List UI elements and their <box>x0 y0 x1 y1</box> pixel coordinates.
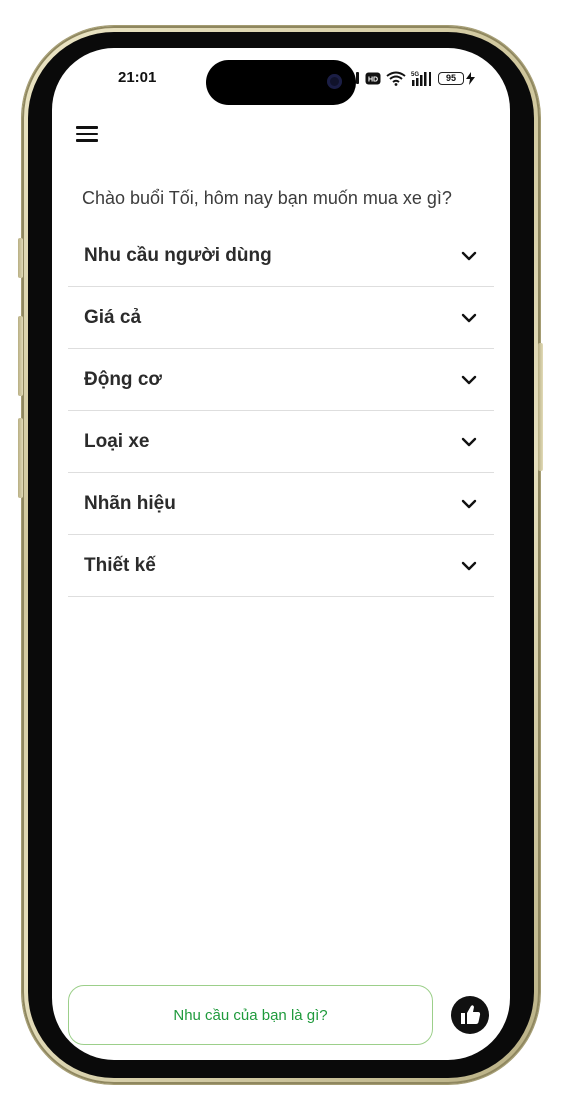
hd-icon: HD <box>365 72 381 84</box>
menu-line <box>76 139 98 142</box>
privacy-indicator-icon <box>356 72 359 84</box>
app-screen: 21:01 HD 5G 95 Chào buổi Tối, hôm nay bạ… <box>52 48 510 1060</box>
power-button <box>538 343 543 471</box>
volume-up-button <box>18 316 23 396</box>
filter-item-user-needs[interactable]: Nhu cầu người dùng <box>68 225 494 287</box>
filter-label: Loại xe <box>84 430 150 452</box>
filter-item-engine[interactable]: Động cơ <box>68 349 494 411</box>
action-button <box>18 238 23 278</box>
menu-line <box>76 132 98 136</box>
filter-item-brand[interactable]: Nhãn hiệu <box>68 473 494 535</box>
hd-label: HD <box>368 76 378 83</box>
chevron-down-icon[interactable] <box>460 557 478 575</box>
menu-icon[interactable] <box>76 123 102 145</box>
filter-item-price[interactable]: Giá cả <box>68 287 494 349</box>
battery-icon: 95 <box>438 71 475 85</box>
filter-item-vehicle-type[interactable]: Loại xe <box>68 411 494 473</box>
charging-icon <box>466 71 475 85</box>
volume-down-button <box>18 418 23 498</box>
filter-label: Nhu cầu người dùng <box>84 244 272 266</box>
network-label: 5G <box>411 72 419 78</box>
filter-item-design[interactable]: Thiết kế <box>68 535 494 597</box>
chevron-down-icon[interactable] <box>460 495 478 513</box>
chevron-down-icon[interactable] <box>460 371 478 389</box>
filter-label: Giá cả <box>84 306 142 328</box>
chevron-down-icon[interactable] <box>460 309 478 327</box>
filter-accordion: Nhu cầu người dùng Giá cả Động cơ Loại x… <box>68 225 494 597</box>
signal-icon: 5G <box>411 72 431 86</box>
battery-level: 95 <box>438 71 464 85</box>
status-icons: HD 5G 95 <box>356 69 475 87</box>
status-time: 21:01 <box>118 69 157 86</box>
greeting-text: Chào buổi Tối, hôm nay bạn muốn mua xe g… <box>82 188 452 208</box>
chevron-down-icon[interactable] <box>460 433 478 451</box>
chevron-down-icon[interactable] <box>460 247 478 265</box>
filter-label: Động cơ <box>84 368 162 390</box>
menu-line <box>76 126 98 129</box>
filter-label: Nhãn hiệu <box>84 492 176 514</box>
camera-icon <box>327 74 342 89</box>
filter-label: Thiết kế <box>84 554 156 576</box>
thumbs-up-icon[interactable] <box>450 995 490 1035</box>
need-input[interactable] <box>68 985 433 1045</box>
wifi-icon <box>386 71 406 86</box>
dynamic-island <box>206 60 356 105</box>
